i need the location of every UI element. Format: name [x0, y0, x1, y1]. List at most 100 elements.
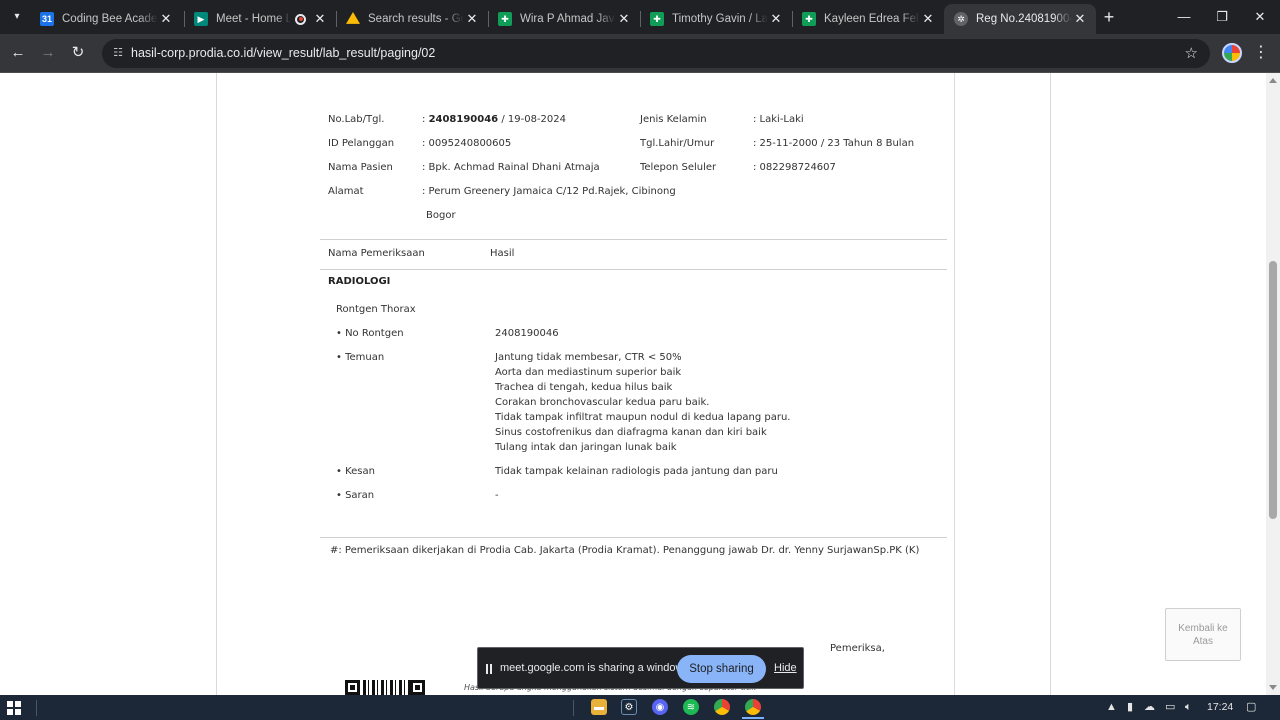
dob-value: : 25-11-2000 / 23 Tahun 8 Bulan: [753, 138, 915, 149]
address-bar[interactable]: ☷ hasil-corp.prodia.co.id/view_result/la…: [102, 39, 1210, 68]
tab-search-icon[interactable]: ▾: [6, 7, 28, 27]
close-icon[interactable]: ✕: [768, 11, 784, 27]
temuan-line: Tidak tampak infiltrat maupun nodul di k…: [495, 412, 791, 423]
tab-wira[interactable]: ✚ Wira P Ahmad Javas ✕: [488, 4, 640, 34]
divider: [320, 269, 947, 270]
phone-label: Telepon Seluler: [640, 162, 717, 173]
address-line-1: : Perum Greenery Jamaica C/12 Pd.Rajek, …: [422, 186, 676, 197]
windows-taskbar: ▬ ⚙ ◉ ≋ ▲ ▮ ☁ ▭ 🔈︎ 17:24 ▢: [0, 695, 1280, 720]
address-label: Alamat: [328, 186, 364, 197]
tab-title: Kayleen Edrea Felicia: [824, 13, 920, 25]
forward-button[interactable]: →: [37, 42, 59, 64]
url-text[interactable]: hasil-corp.prodia.co.id/view_result/lab_…: [131, 46, 435, 60]
spotify-icon[interactable]: ≋: [683, 699, 699, 715]
scroll-up-arrow-icon[interactable]: [1269, 78, 1277, 83]
windows-start-icon[interactable]: [7, 701, 21, 715]
content-border: [954, 73, 955, 695]
qr-code: [345, 680, 425, 695]
stop-sharing-button[interactable]: Stop sharing: [677, 655, 766, 683]
close-icon[interactable]: ✕: [616, 11, 632, 27]
clock[interactable]: 17:24: [1207, 701, 1233, 713]
recording-icon: [295, 13, 306, 25]
profile-avatar[interactable]: [1222, 43, 1242, 63]
footnote: #: Pemeriksaan dikerjakan di Prodia Cab.…: [330, 545, 920, 556]
lab-no-label: No.Lab/Tgl.: [328, 114, 385, 125]
phone-value: : 082298724607: [753, 162, 836, 173]
tray-overflow-icon[interactable]: ▲: [1106, 699, 1117, 716]
file-explorer-icon[interactable]: ▬: [591, 699, 607, 715]
chrome-icon[interactable]: [714, 699, 730, 715]
site-info-icon[interactable]: ☷: [111, 46, 125, 60]
close-icon[interactable]: ✕: [312, 11, 328, 27]
section-title: RADIOLOGI: [328, 276, 391, 287]
calendar-icon: 31: [40, 12, 54, 26]
dob-label: Tgl.Lahir/Umur: [640, 138, 715, 149]
tab-title: Wira P Ahmad Javas: [520, 13, 616, 25]
scroll-down-arrow-icon[interactable]: [1269, 685, 1277, 690]
back-button[interactable]: ←: [7, 42, 29, 64]
gender-label: Jenis Kelamin: [640, 114, 707, 125]
meet-icon: ▶: [194, 12, 208, 26]
battery-icon[interactable]: ▮: [1127, 699, 1133, 716]
taskbar-separator: [573, 700, 574, 716]
volume-icon[interactable]: 🔈︎: [1185, 699, 1192, 716]
no-rontgen-label: • No Rontgen: [336, 328, 404, 339]
network-icon[interactable]: ▭: [1165, 699, 1175, 716]
gender-value: : Laki-Laki: [753, 114, 804, 125]
sheets-icon: ✚: [802, 12, 816, 26]
sheets-icon: ✚: [650, 12, 664, 26]
reload-button[interactable]: ↻: [67, 42, 89, 64]
screen-sharing-bar: meet.google.com is sharing a window. Sto…: [477, 647, 804, 689]
maximize-button[interactable]: ❐: [1202, 4, 1242, 30]
cloud-icon[interactable]: ☁: [1144, 699, 1155, 716]
temuan-line: Tulang intak dan jaringan lunak baik: [495, 442, 677, 453]
close-icon[interactable]: ✕: [464, 11, 480, 27]
tab-kayleen[interactable]: ✚ Kayleen Edrea Felicia ✕: [792, 4, 944, 34]
drive-icon: [346, 12, 360, 24]
close-icon[interactable]: ✕: [1072, 11, 1088, 27]
signer-label: Pemeriksa,: [830, 643, 885, 654]
temuan-line: Aorta dan mediastinum superior baik: [495, 367, 682, 378]
back-to-top-button[interactable]: Kembali ke Atas: [1165, 608, 1241, 661]
hide-link[interactable]: Hide: [774, 662, 797, 674]
close-icon[interactable]: ✕: [920, 11, 936, 27]
steam-icon[interactable]: ⚙: [621, 699, 637, 715]
sharing-message: meet.google.com is sharing a window.: [500, 662, 686, 674]
divider: [320, 537, 947, 538]
kesan-label: • Kesan: [336, 466, 375, 477]
notification-icon[interactable]: ▢: [1246, 699, 1256, 716]
scroll-thumb[interactable]: [1269, 261, 1277, 519]
new-tab-button[interactable]: +: [1098, 7, 1120, 27]
tab-timothy[interactable]: ✚ Timothy Gavin / Lam ✕: [640, 4, 792, 34]
divider: [320, 239, 947, 240]
tab-search-results[interactable]: Search results - Goog ✕: [336, 4, 488, 34]
tab-title: Timothy Gavin / Lam: [672, 13, 768, 25]
tab-strip: ▾ 31 Coding Bee Academy ✕ ▶ Meet - Home …: [0, 0, 1280, 34]
bookmark-star-icon[interactable]: ☆: [1185, 44, 1198, 62]
tab-reg-active[interactable]: ✲ Reg No.2408190046 ✕: [944, 4, 1096, 34]
saran-label: • Saran: [336, 490, 375, 501]
close-icon[interactable]: ✕: [158, 11, 174, 27]
tab-title: Coding Bee Academy: [62, 13, 158, 25]
window-close-button[interactable]: ✕: [1240, 4, 1280, 30]
temuan-line: Jantung tidak membesar, CTR < 50%: [495, 352, 682, 363]
saran-value: -: [495, 490, 499, 501]
taskbar-separator: [36, 700, 37, 716]
chrome-icon[interactable]: [742, 699, 764, 719]
tab-coding-bee[interactable]: 31 Coding Bee Academy ✕: [30, 4, 182, 34]
address-line-2: Bogor: [426, 210, 456, 221]
lab-date: / 19-08-2024: [501, 114, 567, 125]
discord-icon[interactable]: ◉: [652, 699, 668, 715]
browser-menu-icon[interactable]: ⋮: [1253, 44, 1269, 62]
temuan-label: • Temuan: [336, 352, 385, 363]
tab-meet[interactable]: ▶ Meet - Home Lea ✕: [184, 4, 336, 34]
page-scrollbar[interactable]: [1266, 73, 1280, 695]
qr-finder: [345, 680, 360, 695]
exam-name: Rontgen Thorax: [336, 304, 416, 315]
exam-column-header: Nama Pemeriksaan: [328, 248, 425, 259]
minimize-button[interactable]: —: [1164, 4, 1204, 30]
result-column-header: Hasil: [490, 248, 515, 259]
customer-id-label: ID Pelanggan: [328, 138, 395, 149]
customer-id-value: : 0095240800605: [422, 138, 512, 149]
lab-number: 2408190046: [428, 114, 499, 125]
